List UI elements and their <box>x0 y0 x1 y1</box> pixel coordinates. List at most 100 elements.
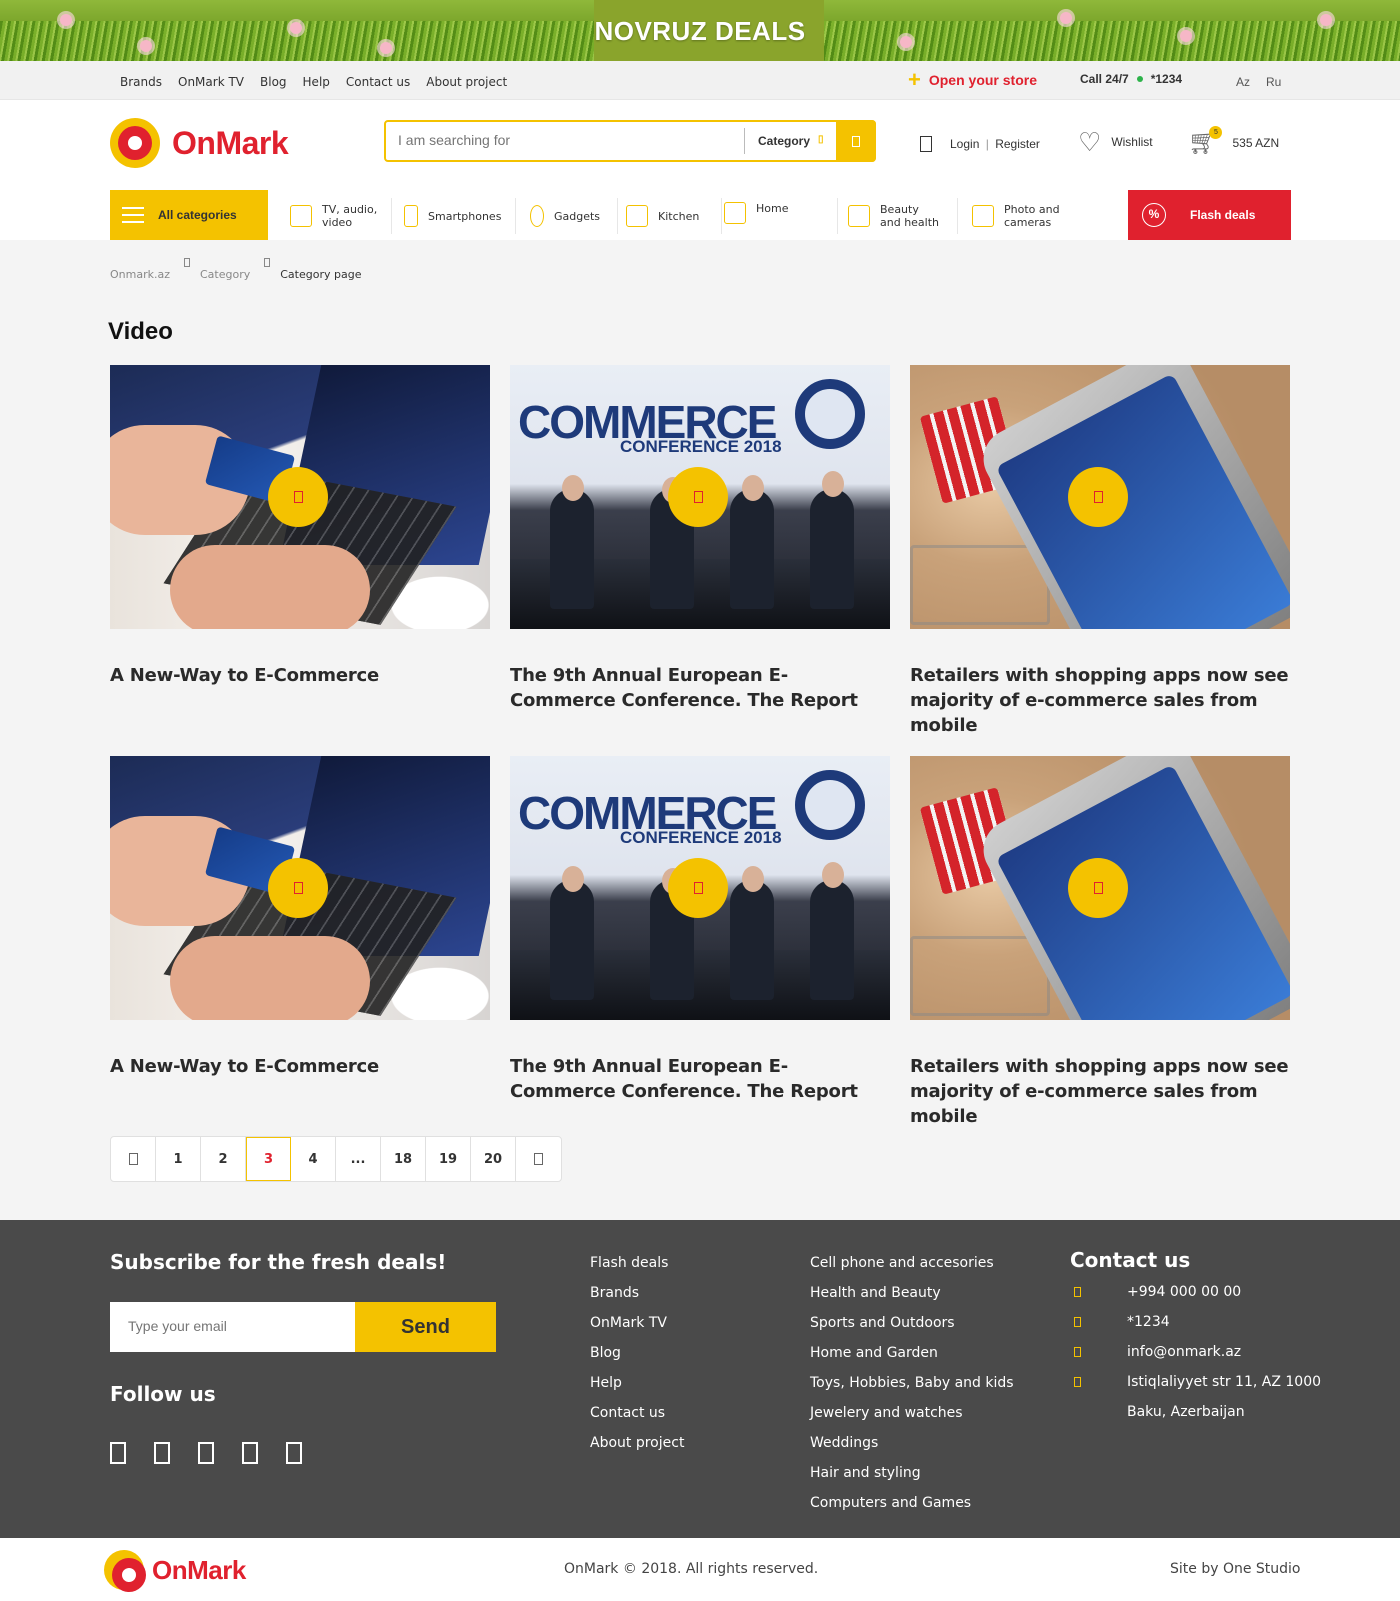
footer-link[interactable]: Hair and styling <box>810 1464 1014 1482</box>
logo[interactable]: OnMark <box>110 118 289 168</box>
video-card[interactable]: Retailers with shopping apps now see maj… <box>910 365 1290 738</box>
top-link-blog[interactable]: Blog <box>260 75 287 89</box>
video-thumbnail[interactable]: COMMERCE CONFERENCE 2018 <box>510 756 890 1020</box>
footer-link[interactable]: Home and Garden <box>810 1344 1014 1362</box>
breadcrumb-home[interactable]: Onmark.az <box>110 268 170 281</box>
nav-item-beauty-and-health[interactable]: Beauty and health <box>848 198 958 234</box>
footer-link[interactable]: Sports and Outdoors <box>810 1314 1014 1332</box>
play-button[interactable] <box>1068 858 1128 918</box>
twitter-icon[interactable] <box>198 1442 214 1464</box>
top-link-help[interactable]: Help <box>303 75 330 89</box>
facebook-icon[interactable] <box>110 1442 126 1464</box>
play-button[interactable] <box>668 467 728 527</box>
footer-link[interactable]: Computers and Games <box>810 1494 1014 1512</box>
video-card[interactable]: COMMERCE CONFERENCE 2018 The 9th Annual … <box>510 756 890 1104</box>
play-button[interactable] <box>1068 467 1128 527</box>
prev-page-button[interactable] <box>111 1137 156 1181</box>
footer-link[interactable]: About project <box>590 1434 684 1452</box>
person-head <box>562 866 584 892</box>
video-thumbnail[interactable] <box>110 756 490 1020</box>
flash-deals-button[interactable]: % Flash deals <box>1128 190 1291 240</box>
footer-link[interactable]: Help <box>590 1374 684 1392</box>
page-button[interactable]: 1 <box>156 1137 201 1181</box>
video-thumbnail[interactable] <box>910 365 1290 629</box>
footer-link[interactable]: Blog <box>590 1344 684 1362</box>
footer-link[interactable]: Brands <box>590 1284 684 1302</box>
play-button[interactable] <box>668 858 728 918</box>
email-field[interactable] <box>128 1318 328 1334</box>
top-link-contact-us[interactable]: Contact us <box>346 75 410 89</box>
camera-icon <box>972 205 994 227</box>
smartphone-icon <box>404 205 418 227</box>
contact-short-value[interactable]: *1234 <box>1127 1314 1170 1330</box>
video-card[interactable]: A New-Way to E-Commerce <box>110 756 490 1079</box>
footer-logo[interactable]: OnMark <box>104 1550 246 1592</box>
page-button[interactable]: 2 <box>201 1137 246 1181</box>
footer-link[interactable]: Health and Beauty <box>810 1284 1014 1302</box>
person <box>810 880 854 1000</box>
nav-item-kitchen[interactable]: Kitchen <box>626 198 722 234</box>
video-thumbnail[interactable] <box>910 756 1290 1020</box>
footer-link[interactable]: Jewelery and watches <box>810 1404 1014 1422</box>
instagram-icon[interactable] <box>154 1442 170 1464</box>
next-page-button[interactable] <box>516 1137 561 1181</box>
youtube-icon[interactable] <box>242 1442 258 1464</box>
page-button[interactable]: 20 <box>471 1137 516 1181</box>
footer-link[interactable]: Weddings <box>810 1434 1014 1452</box>
video-title[interactable]: The 9th Annual European E-Commerce Confe… <box>510 663 890 713</box>
nav-item-gadgets[interactable]: Gadgets <box>530 198 618 234</box>
video-title[interactable]: Retailers with shopping apps now see maj… <box>910 663 1290 738</box>
top-link-about-project[interactable]: About project <box>426 75 507 89</box>
search-button[interactable] <box>836 120 876 162</box>
video-card[interactable]: Retailers with shopping apps now see maj… <box>910 756 1290 1129</box>
footer-link[interactable]: OnMark TV <box>590 1314 684 1332</box>
lang-az[interactable]: Az <box>1236 75 1250 89</box>
send-button[interactable]: Send <box>355 1302 496 1352</box>
nav-item-smartphones[interactable]: Smartphones <box>404 198 516 234</box>
footer-link[interactable]: Cell phone and accesories <box>810 1254 1014 1272</box>
video-card[interactable]: COMMERCE CONFERENCE 2018 The 9th Annual … <box>510 365 890 713</box>
page-button-current[interactable]: 3 <box>246 1137 291 1181</box>
nav-item-home[interactable]: Home <box>724 198 838 234</box>
video-title[interactable]: A New-Way to E-Commerce <box>110 663 490 688</box>
cart-count-badge: 5 <box>1209 126 1223 139</box>
cart-link[interactable]: 🛒︎ 5 535 AZN <box>1188 126 1279 155</box>
video-thumbnail[interactable]: COMMERCE CONFERENCE 2018 <box>510 365 890 629</box>
video-title[interactable]: A New-Way to E-Commerce <box>110 1054 490 1079</box>
hand <box>170 936 370 1020</box>
contact-email-value[interactable]: info@onmark.az <box>1127 1344 1241 1360</box>
video-thumbnail[interactable] <box>110 365 490 629</box>
promo-banner[interactable]: NOVRUZ DEALS <box>0 0 1400 61</box>
page-button[interactable]: 4 <box>291 1137 336 1181</box>
play-button[interactable] <box>268 467 328 527</box>
breadcrumb-category[interactable]: Category <box>200 268 250 281</box>
footer-link[interactable]: Toys, Hobbies, Baby and kids <box>810 1374 1014 1392</box>
wishlist-link[interactable]: ♡ Wishlist <box>1078 129 1153 155</box>
studio-credit[interactable]: Site by One Studio <box>1170 1561 1301 1577</box>
category-dropdown[interactable]: Category ▯ <box>758 134 824 148</box>
nav-item-photo-and-cameras[interactable]: Photo and cameras <box>972 198 1092 234</box>
video-title[interactable]: Retailers with shopping apps now see maj… <box>910 1054 1290 1129</box>
footer-link[interactable]: Contact us <box>590 1404 684 1422</box>
top-link-onmark-tv[interactable]: OnMark TV <box>178 75 244 89</box>
video-card[interactable]: A New-Way to E-Commerce <box>110 365 490 688</box>
hand <box>170 545 370 629</box>
call-label: Call 24/7 <box>1080 72 1129 86</box>
video-title[interactable]: The 9th Annual European E-Commerce Confe… <box>510 1054 890 1104</box>
footer-link[interactable]: Flash deals <box>590 1254 684 1272</box>
search-input[interactable] <box>398 132 718 148</box>
page-button[interactable]: 18 <box>381 1137 426 1181</box>
top-link-brands[interactable]: Brands <box>120 75 162 89</box>
nav-item-tv-audio-video[interactable]: TV, audio, video <box>290 198 392 234</box>
register-link[interactable]: Register <box>995 137 1040 151</box>
play-button[interactable] <box>268 858 328 918</box>
lang-ru[interactable]: Ru <box>1266 75 1281 89</box>
linkedin-icon[interactable] <box>286 1442 302 1464</box>
page-button[interactable]: 19 <box>426 1137 471 1181</box>
contact-phone-value[interactable]: +994 000 00 00 <box>1127 1284 1241 1300</box>
wishlist-label: Wishlist <box>1111 135 1153 149</box>
all-categories-button[interactable]: All categories <box>110 190 268 240</box>
open-store-link[interactable]: + Open your store <box>908 69 1037 91</box>
login-link[interactable]: Login <box>950 137 979 151</box>
category-nav: All categories TV, audio, video Smartpho… <box>0 190 1400 240</box>
